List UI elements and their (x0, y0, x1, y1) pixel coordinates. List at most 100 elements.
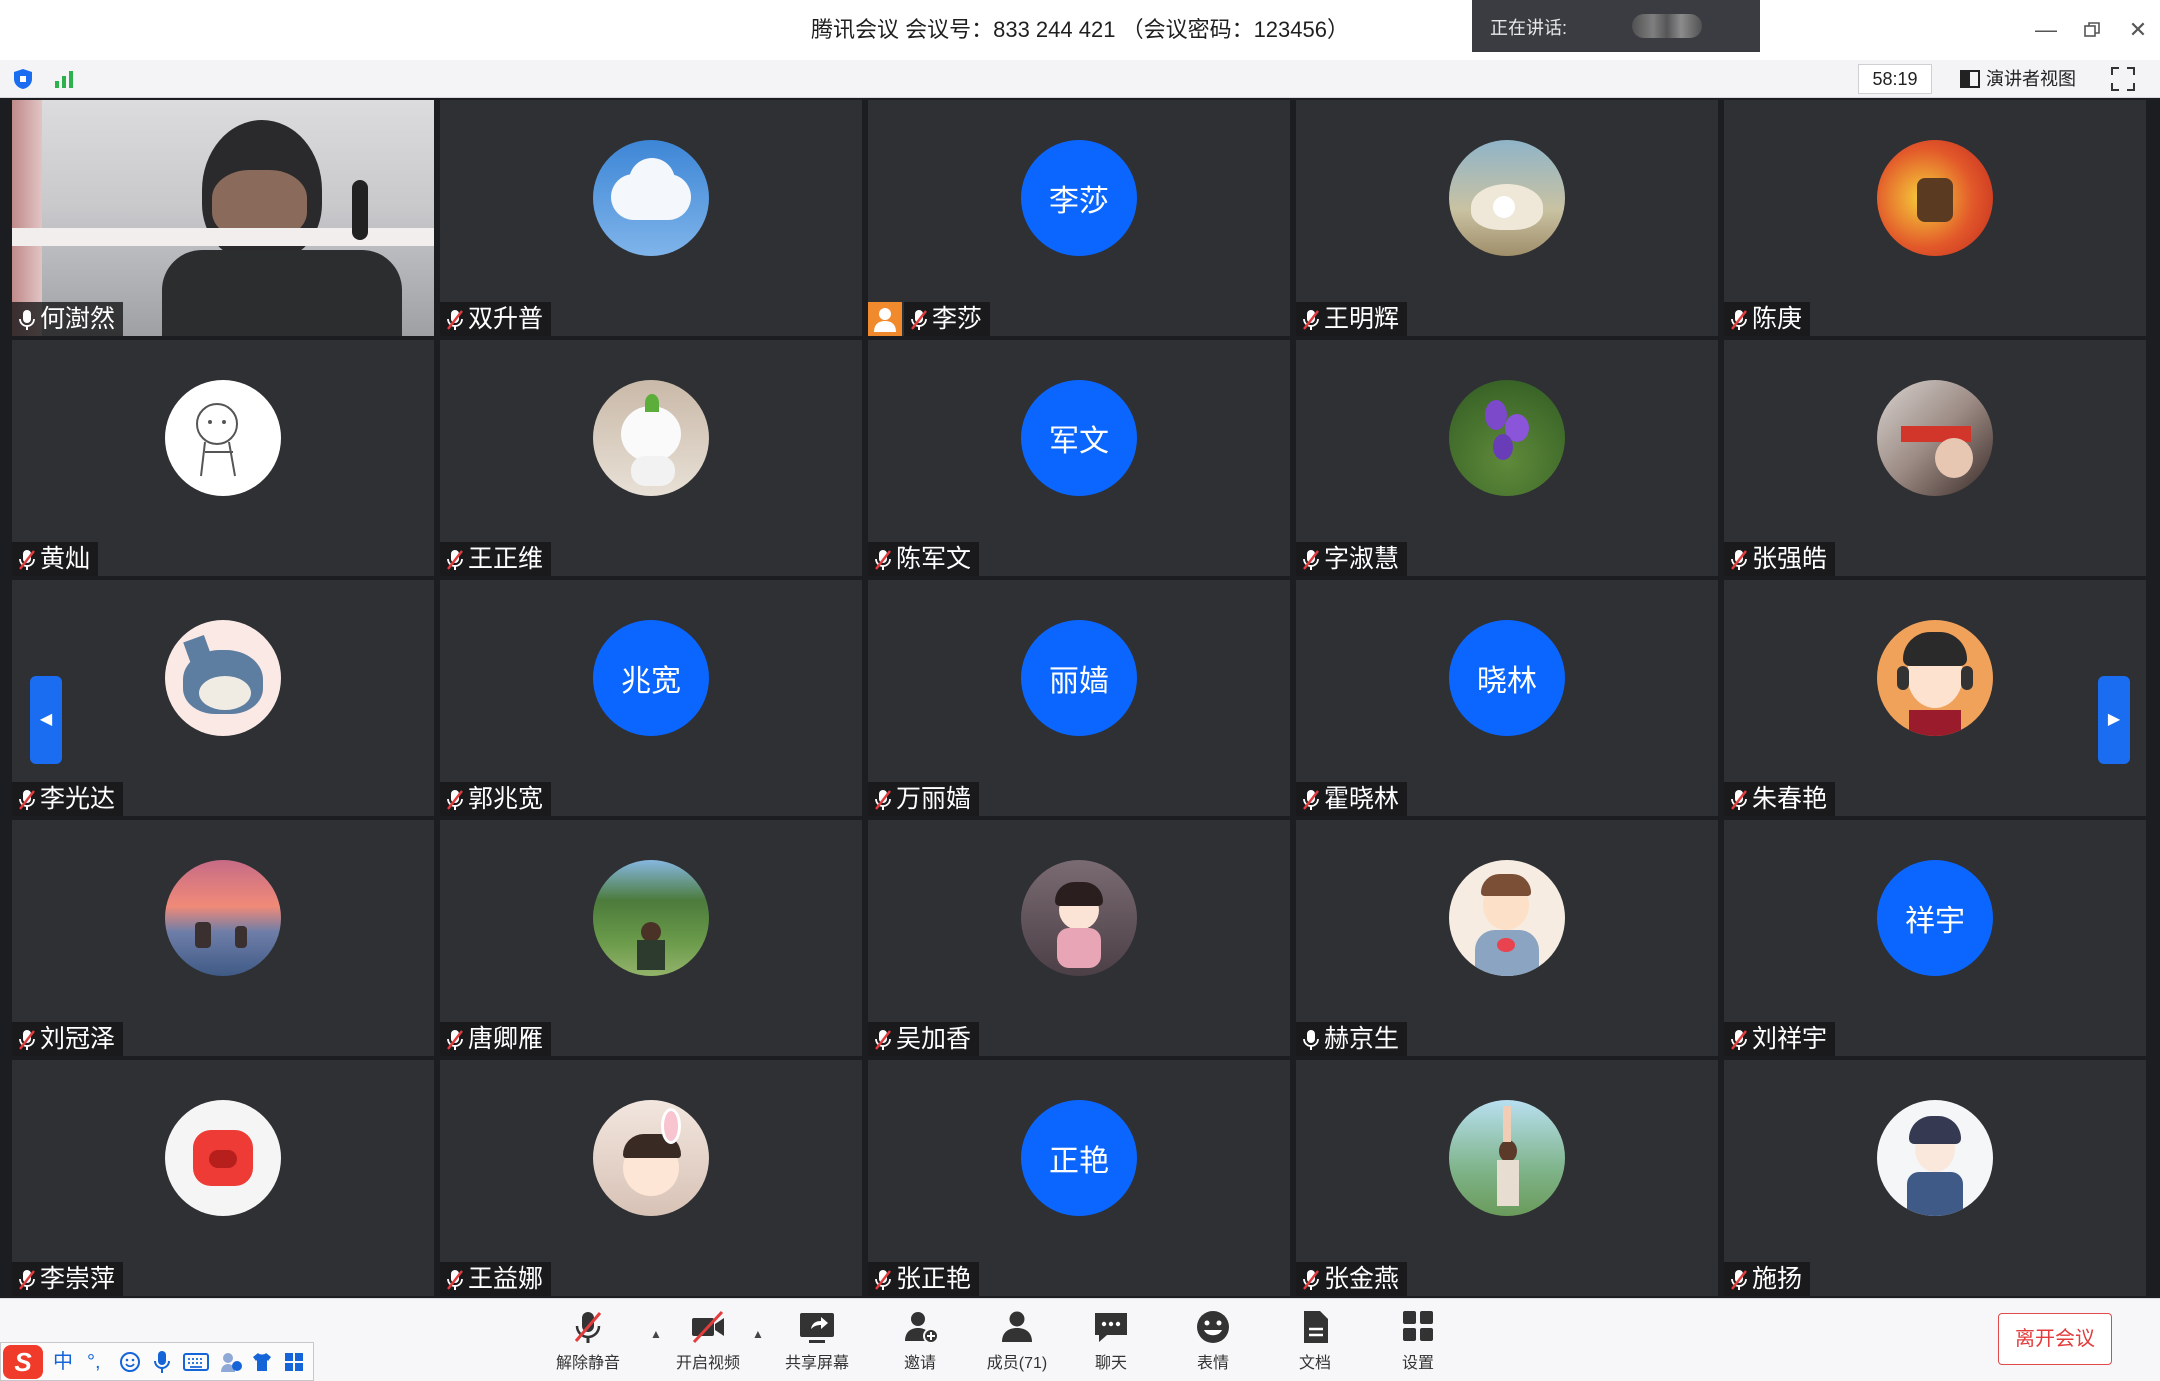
participant-name-tag: 王益娜 (440, 1262, 552, 1296)
participant-name: 赫京生 (1324, 1025, 1400, 1053)
share-screen-button[interactable]: 共享屏幕 (772, 1305, 862, 1377)
ime-shirt-icon[interactable] (251, 1351, 273, 1373)
next-page-arrow[interactable]: ▶ (2098, 676, 2130, 764)
participant-name-tag: 张强皓 (1724, 542, 1836, 576)
participant-tile[interactable]: 刘冠泽 (12, 820, 434, 1056)
participant-tile[interactable]: 赫京生 (1296, 820, 1718, 1056)
participant-tile[interactable]: 唐卿雁 (440, 820, 862, 1056)
participant-name: 王明辉 (1324, 305, 1400, 333)
security-shield-icon[interactable] (12, 68, 34, 90)
collage-avatar (1877, 380, 1993, 496)
members-button[interactable]: 成员(71) (972, 1305, 1062, 1377)
participant-name: 黄灿 (40, 545, 91, 573)
mic-icon (19, 310, 35, 330)
participant-name: 李光达 (40, 785, 116, 813)
start-video-button[interactable]: 开启视频 (663, 1305, 753, 1377)
restore-icon[interactable] (2076, 14, 2108, 46)
ime-emoji-icon[interactable] (119, 1351, 141, 1373)
participant-tile[interactable]: 吴加香 (868, 820, 1290, 1056)
video-options-caret[interactable]: ▲ (752, 1328, 766, 1340)
ime-skin-icon[interactable] (219, 1351, 243, 1373)
ime-keyboard-icon[interactable] (183, 1352, 209, 1372)
speaking-indicator: 正在讲话: (1472, 0, 1760, 52)
cartoon-boy-avatar (1449, 860, 1565, 976)
network-signal-icon[interactable] (54, 70, 76, 88)
members-label: 成员(71) (986, 1355, 1048, 1372)
participant-name: 双升普 (468, 305, 544, 333)
info-bar: 58:19 演讲者视图 (0, 60, 2160, 98)
participant-name: 陈军文 (896, 545, 972, 573)
docs-button[interactable]: 文档 (1270, 1305, 1360, 1377)
participant-name: 张正艳 (896, 1265, 972, 1293)
layout-icon (1960, 70, 1980, 88)
participant-tile[interactable]: 陈庚 (1724, 100, 2146, 336)
leave-meeting-button[interactable]: 离开会议 (1998, 1313, 2112, 1365)
participant-tile[interactable]: 张强皓 (1724, 340, 2146, 576)
participant-tile[interactable]: 施扬 (1724, 1060, 2146, 1296)
participant-name: 唐卿雁 (468, 1025, 544, 1053)
prev-page-arrow[interactable]: ◀ (30, 676, 62, 764)
settings-label: 设置 (1401, 1355, 1434, 1372)
participant-tile[interactable]: 王益娜 (440, 1060, 862, 1296)
invite-button[interactable]: 邀请 (875, 1305, 965, 1377)
participant-tile[interactable]: 李崇萍 (12, 1060, 434, 1296)
share-screen-label: 共享屏幕 (784, 1355, 849, 1372)
participant-grid: 何澍然双升普 李莎 李莎王明辉 陈庚黄灿 王正维 军文 陈军文 字淑慧 张强皓李光达 兆宽 郭兆宽丽… (12, 100, 2148, 1298)
close-icon[interactable]: ✕ (2122, 14, 2154, 46)
participant-tile[interactable]: 李光达 (12, 580, 434, 816)
participant-name-tag: 黄灿 (12, 542, 99, 576)
reactions-label: 表情 (1196, 1355, 1229, 1372)
ime-punctuation-toggle[interactable]: °, (87, 1349, 101, 1375)
seashell-avatar (1449, 140, 1565, 256)
participant-tile[interactable]: 字淑慧 (1296, 340, 1718, 576)
participant-name-tag: 唐卿雁 (440, 1022, 552, 1056)
participant-name-tag: 万丽嫱 (868, 782, 980, 816)
participant-tile[interactable]: 李莎 李莎 (868, 100, 1290, 336)
participant-name: 王正维 (468, 545, 544, 573)
participant-name: 万丽嫱 (896, 785, 972, 813)
participant-tile[interactable]: 黄灿 (12, 340, 434, 576)
settings-button[interactable]: 设置 (1373, 1305, 1463, 1377)
audio-options-caret[interactable]: ▲ (650, 1328, 664, 1340)
participant-tile[interactable]: 双升普 (440, 100, 862, 336)
participant-name-tag: 陈庚 (1724, 302, 1811, 336)
meeting-timer: 58:19 (1858, 64, 1932, 94)
participant-tile[interactable]: 军文 陈军文 (868, 340, 1290, 576)
mic-muted-icon (875, 550, 891, 570)
chat-button[interactable]: 聊天 (1066, 1305, 1156, 1377)
minimize-icon[interactable]: — (2030, 14, 2062, 46)
camera-off-icon (692, 1310, 724, 1344)
mic-muted-icon (1303, 1270, 1319, 1290)
participant-name-tag: 张金燕 (1296, 1262, 1408, 1296)
mic-muted-icon (447, 1270, 463, 1290)
mic-muted-icon (19, 790, 35, 810)
host-badge-icon (868, 302, 902, 336)
participant-name-tag: 王正维 (440, 542, 552, 576)
participant-tile[interactable]: 丽嫱 万丽嫱 (868, 580, 1290, 816)
settings-grid-icon (1403, 1311, 1433, 1341)
ime-mode-toggle[interactable]: 中 (53, 1349, 73, 1375)
fullscreen-icon[interactable] (2110, 66, 2136, 92)
participant-tile[interactable]: 何澍然 (12, 100, 434, 336)
speaker-view-button[interactable]: 演讲者视图 (1956, 64, 2084, 94)
mic-icon (1303, 1030, 1319, 1050)
ime-voice-icon[interactable] (153, 1350, 171, 1374)
participant-tile[interactable]: 晓林 霍晓林 (1296, 580, 1718, 816)
participant-name: 刘祥宇 (1752, 1025, 1828, 1053)
mic-muted-icon (911, 310, 927, 330)
reactions-button[interactable]: 表情 (1168, 1305, 1258, 1377)
participant-tile[interactable]: 正艳 张正艳 (868, 1060, 1290, 1296)
sogou-logo[interactable]: S (3, 1345, 43, 1379)
participant-tile[interactable]: 王正维 (440, 340, 862, 576)
participant-name: 刘冠泽 (40, 1025, 116, 1053)
participant-tile[interactable]: 王明辉 (1296, 100, 1718, 336)
participant-tile[interactable]: 祥宇 刘祥宇 (1724, 820, 2146, 1056)
participant-tile[interactable]: 朱春艳 (1724, 580, 2146, 816)
ime-toolbox-icon[interactable] (283, 1351, 305, 1373)
mic-muted-icon (1731, 310, 1747, 330)
unmute-button[interactable]: 解除静音 (543, 1305, 633, 1377)
participant-tile[interactable]: 兆宽 郭兆宽 (440, 580, 862, 816)
video-feed (12, 100, 434, 336)
participant-name: 郭兆宽 (468, 785, 544, 813)
participant-tile[interactable]: 张金燕 (1296, 1060, 1718, 1296)
